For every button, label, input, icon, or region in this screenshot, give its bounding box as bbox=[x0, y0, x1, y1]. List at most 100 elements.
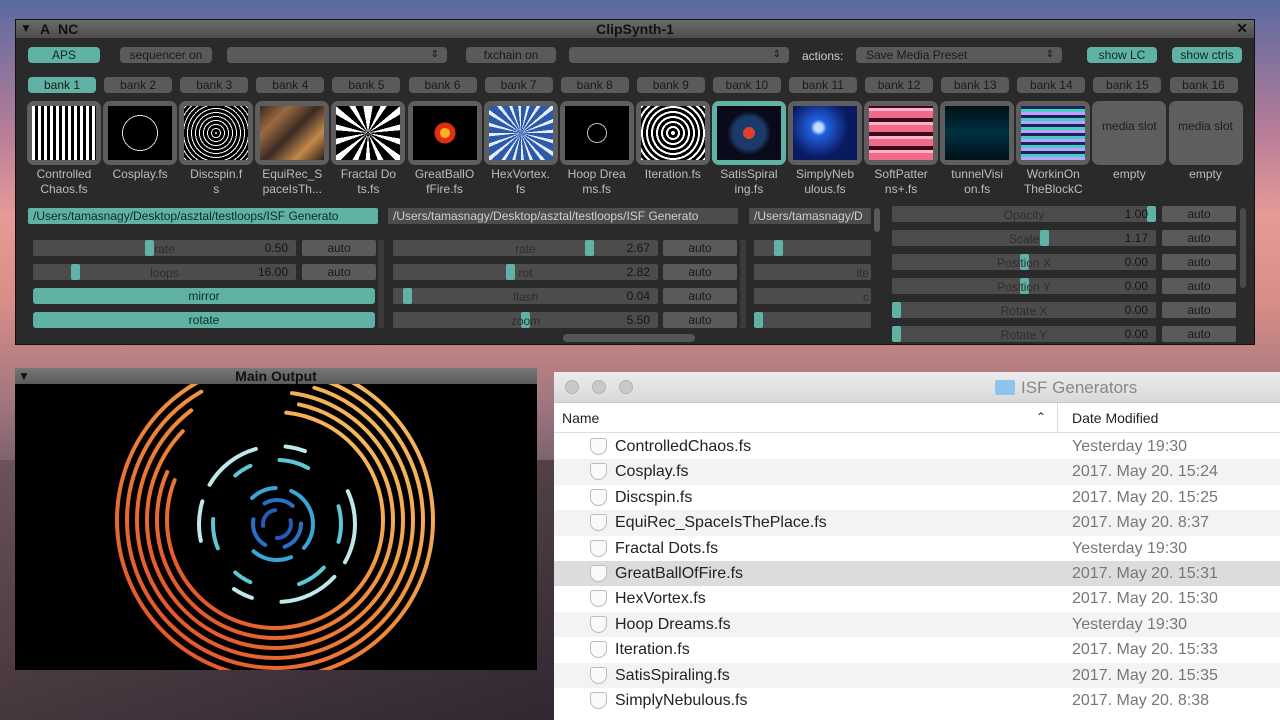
auto-button[interactable]: auto bbox=[1162, 302, 1236, 318]
column-scrollbar[interactable] bbox=[740, 240, 746, 328]
path-field-1[interactable]: /Users/tamasnagy/Desktop/asztal/testloop… bbox=[28, 208, 378, 224]
auto-button[interactable]: auto bbox=[663, 240, 737, 256]
show-ctrls-button[interactable]: show ctrls bbox=[1172, 47, 1242, 63]
col3-slider-4[interactable] bbox=[754, 312, 871, 328]
bank-button-6[interactable]: bank 6 bbox=[408, 77, 477, 93]
param-slider-rot[interactable]: rot 2.82 bbox=[393, 264, 658, 280]
media-slot-13[interactable] bbox=[940, 101, 1015, 165]
media-slot-7[interactable] bbox=[483, 101, 558, 165]
bank-button-16[interactable]: bank 16 bbox=[1169, 77, 1238, 93]
minimize-window-button[interactable] bbox=[592, 380, 606, 394]
bank-button-7[interactable]: bank 7 bbox=[484, 77, 553, 93]
bank-button-1[interactable]: bank 1 bbox=[28, 77, 96, 93]
sequencer-button[interactable]: sequencer on bbox=[120, 47, 212, 63]
media-slot-3[interactable] bbox=[179, 101, 254, 165]
param-slider-rotate-x[interactable]: Rotate X 0.00 bbox=[892, 302, 1156, 318]
file-row[interactable]: HexVortex.fs 2017. May 20. 15:30 bbox=[554, 586, 1280, 611]
file-row[interactable]: GreatBallOfFire.fs 2017. May 20. 15:31 bbox=[554, 561, 1280, 587]
param-slider-loops[interactable]: loops 16.00 bbox=[33, 264, 296, 280]
main-output-titlebar[interactable]: ▼ Main Output bbox=[15, 368, 537, 384]
bank-button-12[interactable]: bank 12 bbox=[865, 77, 934, 93]
close-icon[interactable]: ✕ bbox=[1236, 20, 1248, 37]
bank-button-3[interactable]: bank 3 bbox=[180, 77, 249, 93]
file-row[interactable]: Discspin.fs 2017. May 20. 15:25 bbox=[554, 485, 1280, 510]
column-divider[interactable] bbox=[1057, 403, 1058, 433]
col3-slider-1[interactable] bbox=[754, 240, 871, 256]
media-slot-16[interactable]: media slot bbox=[1168, 101, 1243, 165]
auto-button[interactable]: auto bbox=[1162, 278, 1236, 294]
show-lc-button[interactable]: show LC bbox=[1087, 47, 1157, 63]
media-slot-9[interactable] bbox=[635, 101, 710, 165]
path-field-2[interactable]: /Users/tamasnagy/Desktop/asztal/testloop… bbox=[388, 208, 738, 224]
media-slot-5[interactable] bbox=[331, 101, 406, 165]
bank-button-14[interactable]: bank 14 bbox=[1017, 77, 1086, 93]
name-column-header[interactable]: Name bbox=[562, 410, 599, 426]
auto-button[interactable]: auto bbox=[1162, 230, 1236, 246]
auto-button[interactable]: auto bbox=[663, 312, 737, 328]
param-slider-rate[interactable]: rate 0.50 bbox=[33, 240, 296, 256]
path-field-3[interactable]: /Users/tamasnagy/D bbox=[749, 208, 871, 224]
auto-button[interactable]: auto bbox=[302, 240, 376, 256]
param-slider-position-x[interactable]: Position X 0.00 bbox=[892, 254, 1156, 270]
file-row[interactable]: Fractal Dots.fs Yesterday 19:30 bbox=[554, 536, 1280, 561]
col3-slider-3[interactable]: c bbox=[754, 288, 871, 304]
bank-button-15[interactable]: bank 15 bbox=[1093, 77, 1162, 93]
column-scrollbar[interactable] bbox=[378, 240, 384, 328]
bank-button-11[interactable]: bank 11 bbox=[789, 77, 857, 93]
file-row[interactable]: SatisSpiraling.fs 2017. May 20. 15:35 bbox=[554, 662, 1280, 688]
bank-button-2[interactable]: bank 2 bbox=[104, 77, 173, 93]
auto-button[interactable]: auto bbox=[1162, 254, 1236, 270]
param-slider-scale[interactable]: Scale 1.17 bbox=[892, 230, 1156, 246]
slider-knob[interactable] bbox=[754, 312, 763, 328]
media-slot-10[interactable] bbox=[711, 101, 786, 165]
media-slot-14[interactable] bbox=[1016, 101, 1091, 165]
media-slot-4[interactable] bbox=[255, 101, 330, 165]
bank-button-9[interactable]: bank 9 bbox=[636, 77, 705, 93]
param-slider-rotate-y[interactable]: Rotate Y 0.00 bbox=[892, 326, 1156, 342]
param-slider-rate[interactable]: rate 2.67 bbox=[393, 240, 658, 256]
file-row[interactable]: SimplyNebulous.fs 2017. May 20. 8:38 bbox=[554, 688, 1280, 713]
media-slot-15[interactable]: media slot bbox=[1092, 101, 1167, 165]
param-slider-opacity[interactable]: Opacity 1.00 bbox=[892, 206, 1156, 222]
rotate-toggle[interactable]: rotate bbox=[33, 312, 375, 328]
sequencer-dropdown[interactable]: ⇕ bbox=[227, 47, 447, 63]
mirror-toggle[interactable]: mirror bbox=[33, 288, 375, 304]
clipsynth-titlebar[interactable]: ▼ A NC ClipSynth-1 ✕ bbox=[16, 20, 1254, 38]
file-row[interactable]: Cosplay.fs 2017. May 20. 15:24 bbox=[554, 459, 1280, 485]
auto-button[interactable]: auto bbox=[663, 264, 737, 280]
param-slider-flash[interactable]: flash 0.04 bbox=[393, 288, 658, 304]
zoom-window-button[interactable] bbox=[619, 380, 633, 394]
media-slot-1[interactable] bbox=[27, 101, 101, 165]
file-row[interactable]: EquiRec_SpaceIsThePlace.fs 2017. May 20. … bbox=[554, 510, 1280, 536]
vertical-scrollbar[interactable] bbox=[1240, 208, 1246, 288]
media-slot-8[interactable] bbox=[559, 101, 634, 165]
media-slot-11[interactable] bbox=[788, 101, 862, 165]
slider-knob[interactable] bbox=[774, 240, 783, 256]
media-slot-12[interactable] bbox=[864, 101, 939, 165]
param-slider-zoom[interactable]: zoom 5.50 bbox=[393, 312, 658, 328]
collapse-triangle-icon[interactable]: ▼ bbox=[18, 368, 30, 384]
aps-button[interactable]: APS bbox=[28, 47, 100, 63]
finder-titlebar[interactable]: ISF Generators bbox=[554, 372, 1280, 403]
file-row[interactable]: Hoop Dreams.fs Yesterday 19:30 bbox=[554, 611, 1280, 638]
col3-slider-2[interactable]: ite bbox=[754, 264, 871, 280]
date-column-header[interactable]: Date Modified bbox=[1072, 410, 1158, 426]
close-window-button[interactable] bbox=[565, 380, 579, 394]
auto-button[interactable]: auto bbox=[1162, 326, 1236, 342]
fxchain-button[interactable]: fxchain on bbox=[466, 47, 556, 63]
bank-button-4[interactable]: bank 4 bbox=[256, 77, 325, 93]
file-row[interactable]: Iteration.fs 2017. May 20. 15:33 bbox=[554, 637, 1280, 662]
auto-button[interactable]: auto bbox=[663, 288, 737, 304]
bank-button-13[interactable]: bank 13 bbox=[941, 77, 1010, 93]
bank-button-10[interactable]: bank 10 bbox=[712, 77, 781, 93]
media-slot-6[interactable] bbox=[407, 101, 482, 165]
param-slider-position-y[interactable]: Position Y 0.00 bbox=[892, 278, 1156, 294]
auto-button[interactable]: auto bbox=[1162, 206, 1236, 222]
bank-button-8[interactable]: bank 8 bbox=[560, 77, 629, 93]
fxchain-dropdown[interactable]: ⇕ bbox=[569, 47, 789, 63]
vertical-scrollbar[interactable] bbox=[874, 208, 880, 232]
horizontal-scrollbar[interactable] bbox=[563, 334, 695, 342]
bank-button-5[interactable]: bank 5 bbox=[332, 77, 401, 93]
auto-button[interactable]: auto bbox=[302, 264, 376, 280]
sort-ascending-icon[interactable]: ⌃ bbox=[1036, 410, 1046, 424]
